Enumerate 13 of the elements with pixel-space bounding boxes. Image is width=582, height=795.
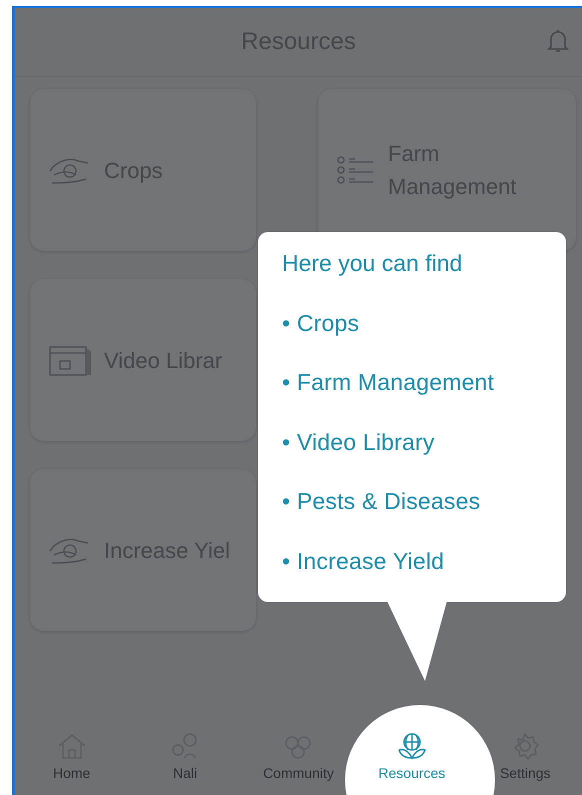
nav-tab[interactable]: Community [253, 731, 344, 781]
tooltip-item: • Video Library [282, 428, 436, 456]
tooltip-item: • Farm Management [282, 369, 496, 397]
globe-leaf-icon [396, 731, 428, 761]
bell-icon[interactable] [546, 28, 570, 54]
nav-tab[interactable]: Home [26, 731, 117, 781]
tooltip-item: • Increase Yield [282, 548, 446, 576]
tooltip-item: • Crops [282, 310, 360, 338]
nav-tab[interactable]: Settings [480, 731, 570, 781]
nav-tab[interactable]: Nali [140, 731, 230, 781]
tooltip-title: Here you can find [282, 250, 464, 278]
nav-tab[interactable]: Resources [366, 731, 457, 781]
tooltip-item: • Pests & Diseases [282, 488, 482, 516]
